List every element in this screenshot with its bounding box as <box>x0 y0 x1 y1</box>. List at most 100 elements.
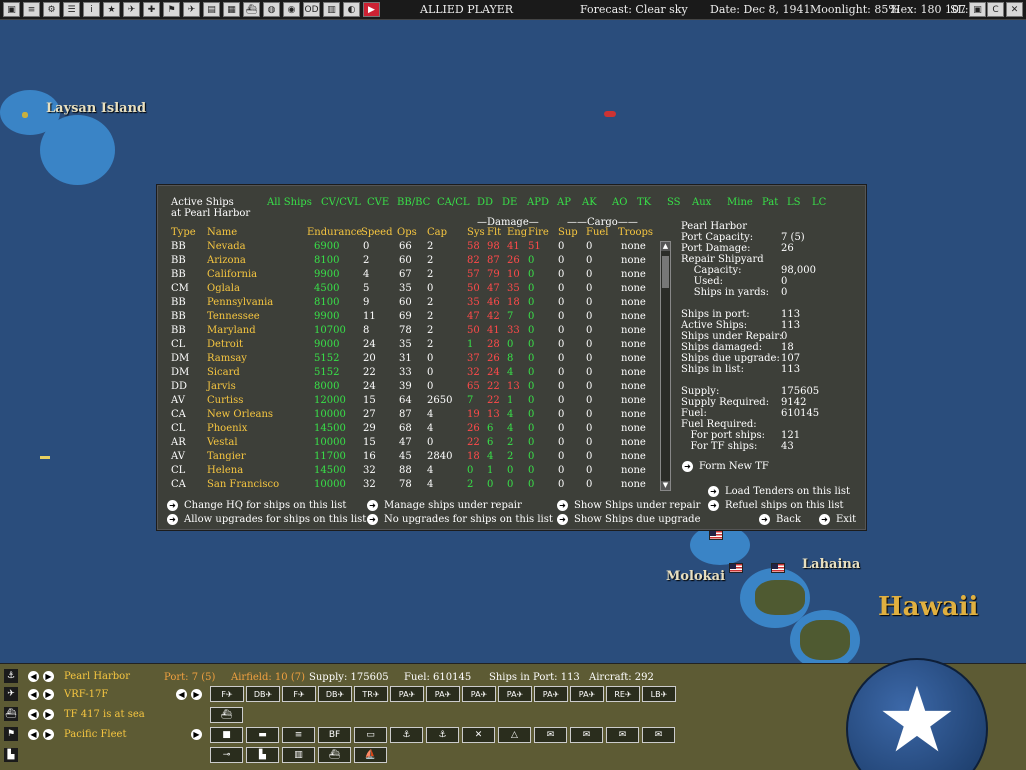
tab-ls[interactable]: LS <box>787 197 801 208</box>
tab-dd[interactable]: DD <box>477 197 493 208</box>
cell-name[interactable]: Oglala <box>207 283 240 294</box>
col-sup[interactable]: Sup <box>558 227 578 238</box>
anchor-icon[interactable]: ⚓ <box>4 669 18 683</box>
col-sys[interactable]: Sys <box>467 227 485 238</box>
enemy-ship-icon[interactable] <box>604 111 616 117</box>
next-icon[interactable]: ▶ <box>191 689 202 700</box>
gun-icon[interactable]: ⊸ <box>210 747 243 763</box>
command-button-icon[interactable]: ▬ <box>246 727 279 743</box>
command-button-icon[interactable]: BF <box>318 727 351 743</box>
tab-mine[interactable]: Mine <box>727 197 753 208</box>
table-row[interactable]: BB Arizona 8100 2 60 2 82 87 26 0 0 0 none <box>171 255 651 269</box>
table-row[interactable]: DD Jarvis 8000 24 39 0 65 22 13 0 0 0 none <box>171 381 651 395</box>
command-button-icon[interactable]: ▭ <box>354 727 387 743</box>
close-icon[interactable]: ✕ <box>1006 2 1023 17</box>
tab-cve[interactable]: CVE <box>367 197 389 208</box>
ship-silhouette-icon[interactable]: ⛴ <box>210 707 243 723</box>
table-row[interactable]: BB Tennessee 9900 11 69 2 47 42 7 0 0 0 none <box>171 311 651 325</box>
aircraft-icon[interactable]: ✈ <box>183 2 200 17</box>
tab-tk[interactable]: TK <box>637 197 651 208</box>
table-row[interactable]: BB Maryland 10700 8 78 2 50 41 33 0 0 0 none <box>171 325 651 339</box>
command-button-icon[interactable]: ✕ <box>462 727 495 743</box>
tab-de[interactable]: DE <box>502 197 517 208</box>
refuel-button[interactable]: ➜ Refuel ships on this list <box>708 500 844 511</box>
col-cap[interactable]: Cap <box>427 227 447 238</box>
command-button-icon[interactable]: ✉ <box>642 727 675 743</box>
exit-button[interactable]: ➜ Exit <box>819 514 856 525</box>
cell-name[interactable]: Nevada <box>207 241 246 252</box>
air-unit-button[interactable]: F ✈ <box>282 686 316 702</box>
base-name[interactable]: Pearl Harbor <box>64 671 130 682</box>
tab-ao[interactable]: AO <box>612 197 627 208</box>
air-unit-button[interactable]: LB ✈ <box>642 686 676 702</box>
od-icon[interactable]: OD <box>303 2 320 17</box>
next-icon[interactable]: ▶ <box>191 729 202 740</box>
air-unit-button[interactable]: PA ✈ <box>570 686 604 702</box>
flag-icon[interactable]: ⚑ <box>163 2 180 17</box>
col-ops[interactable]: Ops <box>397 227 417 238</box>
ship-icon[interactable]: ⛴ <box>4 707 18 721</box>
cell-name[interactable]: Jarvis <box>207 381 236 392</box>
tab-cv-cvl[interactable]: CV/CVL <box>321 197 361 208</box>
ship-icon[interactable]: ⛴ <box>243 2 260 17</box>
aircraft-icon[interactable]: ✈ <box>4 687 18 701</box>
cell-name[interactable]: Sicard <box>207 367 240 378</box>
c-icon[interactable]: C <box>987 2 1004 17</box>
table-row[interactable]: CA San Francisco 10000 32 78 4 2 0 0 0 0 0 none <box>171 479 651 493</box>
cell-name[interactable]: Phoenix <box>207 423 247 434</box>
air-unit-button[interactable]: TR ✈ <box>354 686 388 702</box>
air-unit-button[interactable]: RE ✈ <box>606 686 640 702</box>
tab-all-ships[interactable]: All Ships <box>267 197 312 208</box>
command-button-icon[interactable]: ■ <box>210 727 243 743</box>
ship-marker-icon[interactable] <box>40 456 50 459</box>
chart-icon[interactable]: ▤ <box>203 2 220 17</box>
allow-upgrades-button[interactable]: ➜ Allow upgrades for ships on this list <box>167 514 366 525</box>
hq-name[interactable]: Pacific Fleet <box>64 729 126 740</box>
document-icon[interactable]: ≡ <box>23 2 40 17</box>
col-endurance[interactable]: Endurance <box>307 227 362 238</box>
table-row[interactable]: DM Ramsay 5152 20 31 0 37 26 8 0 0 0 none <box>171 353 651 367</box>
command-button-icon[interactable]: ✉ <box>606 727 639 743</box>
table-row[interactable]: CL Detroit 9000 24 35 2 1 28 0 0 0 0 none <box>171 339 651 353</box>
prev-icon[interactable]: ◀ <box>28 688 39 700</box>
table-row[interactable]: AR Vestal 10000 15 47 0 22 6 2 0 0 0 none <box>171 437 651 451</box>
cell-name[interactable]: Detroit <box>207 339 243 350</box>
cross-icon[interactable]: ✚ <box>143 2 160 17</box>
table-row[interactable]: BB Pennsylvania 8100 9 60 2 35 46 18 0 0 0 none <box>171 297 651 311</box>
table-row[interactable]: CA New Orleans 10000 27 87 4 19 13 4 0 0 0 none <box>171 409 651 423</box>
plane-icon[interactable]: ✈ <box>123 2 140 17</box>
table-row[interactable]: AV Curtiss 12000 15 64 2650 7 22 1 0 0 0 none <box>171 395 651 409</box>
table-row[interactable]: BB Nevada 6900 0 66 2 58 98 41 51 0 0 none <box>171 241 651 255</box>
cell-name[interactable]: New Orleans <box>207 409 273 420</box>
info-icon[interactable]: i <box>83 2 100 17</box>
col-name[interactable]: Name <box>207 227 237 238</box>
screen-icon[interactable]: ◐ <box>343 2 360 17</box>
table-row[interactable]: CL Helena 14500 32 88 4 0 1 0 0 0 0 none <box>171 465 651 479</box>
list-icon[interactable]: ☰ <box>63 2 80 17</box>
no-upgrades-button[interactable]: ➜ No upgrades for ships on this list <box>367 514 553 525</box>
settings-icon[interactable]: ⚙ <box>43 2 60 17</box>
us-flag-icon[interactable] <box>729 563 743 573</box>
sl-toggle-icon[interactable]: ▣ <box>969 2 986 17</box>
tab-apd[interactable]: APD <box>527 197 549 208</box>
air-unit-button[interactable]: PA ✈ <box>498 686 532 702</box>
table-row[interactable]: DM Sicard 5152 22 33 0 32 24 4 0 0 0 none <box>171 367 651 381</box>
star-icon[interactable]: ★ <box>103 2 120 17</box>
ground-unit-icon[interactable]: ▙ <box>4 748 18 762</box>
cell-name[interactable]: Vestal <box>207 437 238 448</box>
table-row[interactable]: CL Phoenix 14500 29 68 4 26 6 4 0 0 0 none <box>171 423 651 437</box>
back-button[interactable]: ➜ Back <box>759 514 801 525</box>
sphere-icon[interactable]: ◉ <box>283 2 300 17</box>
next-icon[interactable]: ▶ <box>43 728 54 740</box>
next-icon[interactable]: ▶ <box>43 708 54 720</box>
prev-icon[interactable]: ◀ <box>28 728 39 740</box>
manage-repair-button[interactable]: ➜ Manage ships under repair <box>367 500 522 511</box>
col-fire[interactable]: Fire <box>528 227 549 238</box>
factory-icon[interactable]: ▙ <box>246 747 279 763</box>
command-button-icon[interactable]: ✉ <box>570 727 603 743</box>
air-unit-button[interactable]: PA ✈ <box>426 686 460 702</box>
table-row[interactable]: BB California 9900 4 67 2 57 79 10 0 0 0 none <box>171 269 651 283</box>
cell-name[interactable]: Tennessee <box>207 311 260 322</box>
change-hq-button[interactable]: ➜ Change HQ for ships on this list <box>167 500 346 511</box>
next-icon[interactable]: ▶ <box>43 670 54 682</box>
